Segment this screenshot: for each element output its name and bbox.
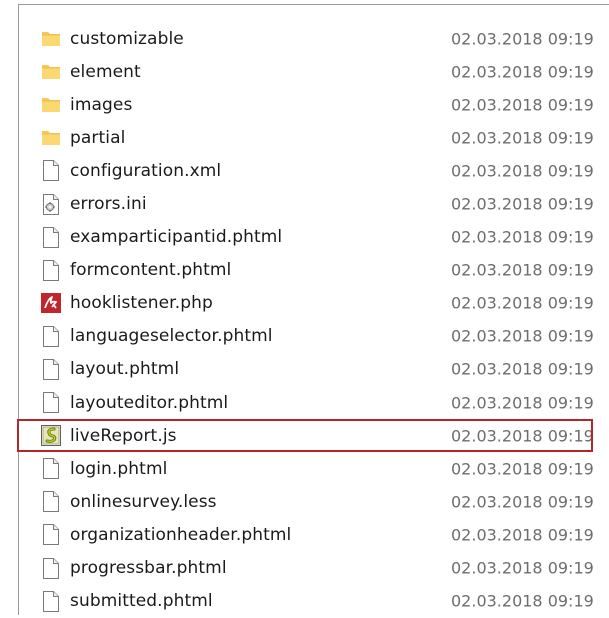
file-name: errors.ini	[70, 194, 147, 215]
file-icon	[40, 523, 62, 547]
file-date-modified: 02.03.2018 09:19	[451, 525, 594, 545]
file-icon	[40, 490, 62, 514]
folder-icon	[40, 60, 62, 84]
file-name: element	[70, 61, 141, 82]
file-row[interactable]: layout.phtml 02.03.2018 09:19	[19, 353, 609, 386]
file-row[interactable]: layouteditor.phtml 02.03.2018 09:19	[19, 386, 609, 419]
file-name: organizationheader.phtml	[70, 524, 292, 545]
file-name: login.phtml	[70, 458, 168, 479]
file-row[interactable]: customizable 02.03.2018 09:19	[19, 22, 609, 55]
file-name: formcontent.phtml	[70, 260, 232, 281]
file-name: layouteditor.phtml	[70, 392, 229, 413]
file-date-modified: 02.03.2018 09:19	[451, 227, 594, 247]
file-date-modified: 02.03.2018 09:19	[451, 128, 594, 148]
file-name: submitted.phtml	[70, 591, 213, 612]
file-date-modified: 02.03.2018 09:19	[451, 62, 594, 82]
file-row[interactable]: progressbar.phtml 02.03.2018 09:19	[19, 552, 609, 585]
file-icon	[40, 391, 62, 415]
file-icon	[40, 258, 62, 282]
folder-icon	[40, 93, 62, 117]
file-date-modified: 02.03.2018 09:19	[451, 492, 594, 512]
file-row[interactable]: organizationheader.phtml 02.03.2018 09:19	[19, 518, 609, 551]
file-row[interactable]: formcontent.phtml 02.03.2018 09:19	[19, 254, 609, 287]
file-date-modified: 02.03.2018 09:19	[451, 29, 594, 49]
file-icon	[40, 457, 62, 481]
file-date-modified: 02.03.2018 09:19	[451, 161, 594, 181]
php-file-icon	[40, 291, 62, 315]
file-row[interactable]: element 02.03.2018 09:19	[19, 55, 609, 88]
file-name: customizable	[70, 28, 184, 49]
file-name: images	[70, 94, 133, 115]
file-icon	[40, 556, 62, 580]
file-row[interactable]: onlinesurvey.less 02.03.2018 09:19	[19, 485, 609, 518]
file-row[interactable]: languageselector.phtml 02.03.2018 09:19	[19, 320, 609, 353]
file-name: progressbar.phtml	[70, 558, 227, 579]
file-name: configuration.xml	[70, 160, 222, 181]
file-name: languageselector.phtml	[70, 326, 273, 347]
file-name: layout.phtml	[70, 359, 180, 380]
file-row[interactable]: examparticipantid.phtml 02.03.2018 09:19	[19, 221, 609, 254]
folder-icon	[40, 27, 62, 51]
file-row[interactable]: hooklistener.php 02.03.2018 09:19	[19, 287, 609, 320]
file-name: hooklistener.php	[70, 293, 213, 314]
file-icon	[40, 357, 62, 381]
file-icon	[40, 159, 62, 183]
file-row[interactable]: configuration.xml 02.03.2018 09:19	[19, 154, 609, 187]
file-date-modified: 02.03.2018 09:19	[451, 393, 594, 413]
file-icon	[40, 324, 62, 348]
file-name: partial	[70, 127, 126, 148]
highlight-box	[17, 419, 593, 453]
settings-file-icon	[40, 192, 62, 216]
folder-icon	[40, 126, 62, 150]
file-date-modified: 02.03.2018 09:19	[451, 459, 594, 479]
file-date-modified: 02.03.2018 09:19	[451, 591, 594, 611]
file-date-modified: 02.03.2018 09:19	[451, 558, 594, 578]
file-date-modified: 02.03.2018 09:19	[451, 326, 594, 346]
file-date-modified: 02.03.2018 09:19	[451, 260, 594, 280]
file-name: onlinesurvey.less	[70, 491, 217, 512]
file-date-modified: 02.03.2018 09:19	[451, 359, 594, 379]
file-date-modified: 02.03.2018 09:19	[451, 194, 594, 214]
file-row[interactable]: submitted.phtml 02.03.2018 09:19	[19, 585, 609, 618]
file-row[interactable]: liveReport.js 02.03.2018 09:19	[17, 419, 609, 453]
file-row[interactable]: errors.ini 02.03.2018 09:19	[19, 187, 609, 220]
file-name: examparticipantid.phtml	[70, 227, 283, 248]
frame-border-top	[18, 4, 609, 5]
file-icon	[40, 589, 62, 613]
file-icon	[40, 225, 62, 249]
file-row[interactable]: login.phtml 02.03.2018 09:19	[19, 452, 609, 485]
file-explorer-window: customizable 02.03.2018 09:19 element 02.03…	[0, 0, 609, 615]
file-date-modified: 02.03.2018 09:19	[451, 293, 594, 313]
file-list: customizable 02.03.2018 09:19 element 02.03…	[17, 22, 609, 618]
file-row[interactable]: partial 02.03.2018 09:19	[19, 121, 609, 154]
file-date-modified: 02.03.2018 09:19	[451, 95, 594, 115]
file-row[interactable]: images 02.03.2018 09:19	[19, 88, 609, 121]
